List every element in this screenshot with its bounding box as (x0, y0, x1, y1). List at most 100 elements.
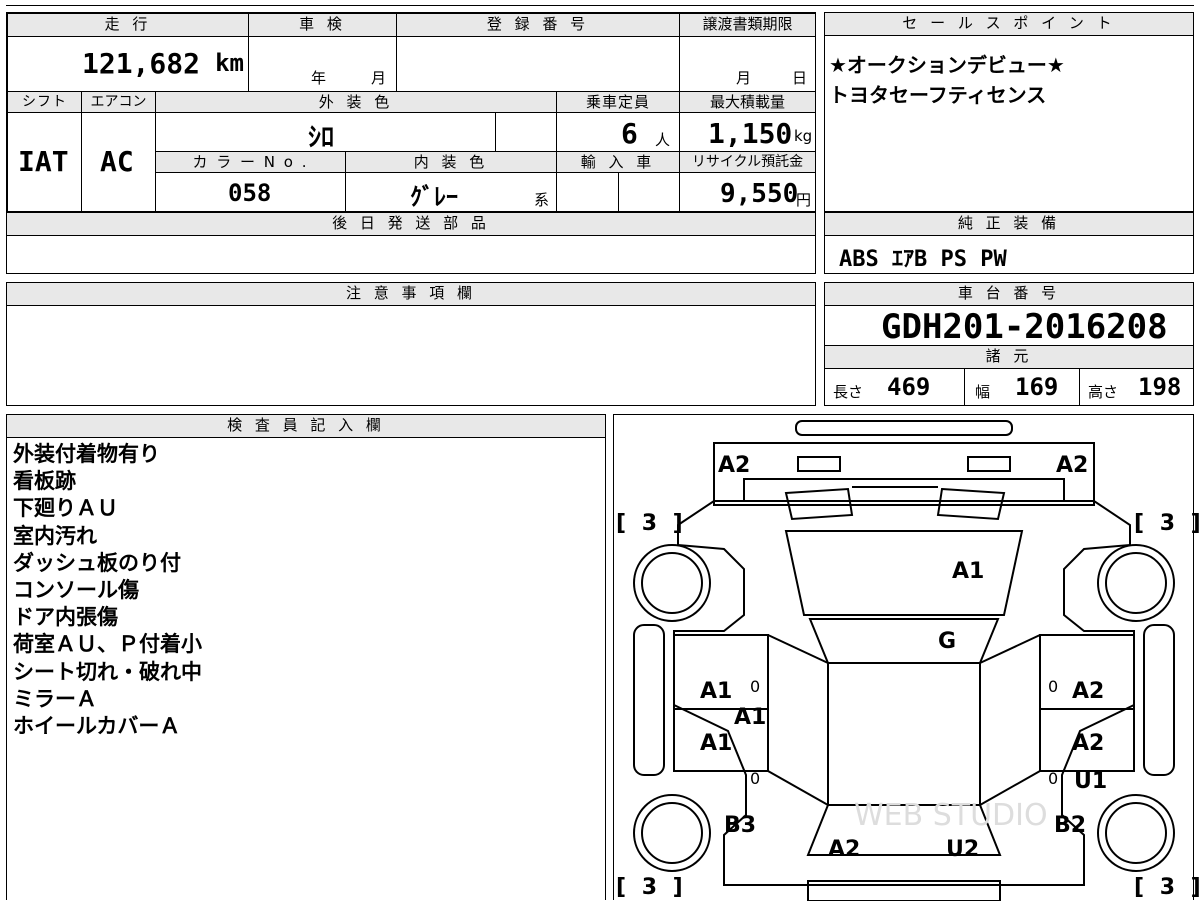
mileage-header: 走 行 (7, 13, 249, 37)
capacity-unit: 人 (655, 131, 671, 149)
later-parts-box: 後 日 発 送 部 品 (6, 212, 816, 274)
transfer-deadline-cell: 月 日 (679, 36, 816, 92)
door-zero-3: 0 (1048, 677, 1059, 696)
shift-header: シフト (7, 91, 82, 113)
inspector-note: ダッシュ板のり付 (13, 550, 181, 575)
width-label: 幅 (975, 383, 991, 401)
inspection-month-unit: 月 (371, 69, 387, 87)
height-label: 高さ (1088, 383, 1119, 401)
capacity-value: 6 (621, 117, 638, 150)
damage-diagram: WEB STUDIO [ 3 ] [ 3 ] [ 3 ] [ 3 ] A2 A2… (613, 414, 1200, 902)
interior-color-header: 内 装 色 (345, 151, 557, 173)
length-value: 469 (887, 373, 931, 401)
tire-rr-grade: [ 3 ] (1134, 875, 1200, 900)
door-zero-2: 0 (750, 769, 761, 788)
inspector-note: ミラーＡ (13, 686, 97, 711)
shift-value: IAT (18, 145, 69, 178)
tire-fl-grade: [ 3 ] (616, 511, 687, 536)
selling-point-2: トヨタセーフティセンス (829, 83, 1047, 107)
interior-color-suffix: 系 (534, 191, 550, 209)
inspector-note: 看板跡 (13, 469, 76, 494)
capacity-header: 乗車定員 (556, 91, 680, 113)
door-zero-1: 0 (750, 677, 761, 696)
door-zero-4: 0 (1048, 769, 1059, 788)
interior-color-cell: ｸﾞﾚｰ 系 (345, 172, 557, 212)
right-rear-door-grade: A2 (1072, 731, 1105, 756)
exterior-color-value: ｼﾛ (308, 123, 335, 153)
height-value: 198 (1138, 373, 1182, 401)
inspector-note: 外装付着物有り (13, 442, 160, 466)
max-load-unit: kg (794, 127, 813, 145)
inspector-note: シート切れ・破れ中 (13, 659, 202, 684)
chassis-box: 車 台 番 号 GDH201-2016208 諸 元 長さ 469 幅 169 … (824, 282, 1194, 406)
right-rear-panel-grade: U1 (1074, 769, 1108, 794)
registration-cell (396, 36, 680, 92)
selling-points-box: セ ー ル ス ポ イ ン ト ★オークションデビュー★ トヨタセーフティセンス (824, 12, 1194, 212)
rear-right-grade: U2 (946, 837, 980, 862)
dimensions-header: 諸 元 (824, 345, 1194, 369)
inspector-note: ホイールカバーＡ (13, 714, 181, 739)
aircon-value: AC (100, 145, 134, 178)
recycle-fee-header: リサイクル預託金 (679, 151, 816, 173)
genuine-equipment-value: ABS ｴｱB PS PW (839, 247, 1007, 272)
right-rear-fender-grade: B2 (1054, 813, 1087, 838)
color-no-value: 058 (228, 179, 272, 207)
mileage-value: 121,682 (81, 47, 200, 80)
recycle-fee-unit: 円 (796, 191, 812, 209)
rear-left-grade: A2 (828, 837, 861, 862)
inspection-year-unit: 年 (311, 69, 327, 87)
left-rear-door-grade: A1 (700, 731, 733, 756)
exterior-color-header: 外 装 色 (155, 91, 557, 113)
left-front-door-grade: A1 (700, 679, 733, 704)
inspector-header: 検 査 員 記 入 欄 (6, 414, 606, 438)
left-pillar-grade: A1 (734, 705, 767, 730)
recycle-fee-value: 9,550 (720, 179, 799, 209)
height-cell: 高さ 198 (1079, 368, 1194, 406)
inspection-cell: 年 月 (248, 36, 397, 92)
selling-point-1: ★オークションデビュー★ (829, 53, 1065, 77)
registration-header: 登 録 番 号 (396, 13, 680, 37)
width-cell: 幅 169 (964, 368, 1080, 406)
transfer-deadline-header: 譲渡書類期限 (679, 13, 816, 37)
shift-cell: IAT (7, 112, 82, 212)
car-outline: WEB STUDIO (633, 420, 1175, 902)
notes-header: 注 意 事 項 欄 (6, 282, 816, 306)
front-right-grade: A2 (1056, 453, 1089, 478)
selling-points-header: セ ー ル ス ポ イ ン ト (824, 12, 1194, 36)
inspector-note: ドア内張傷 (13, 605, 118, 630)
later-parts-header: 後 日 発 送 部 品 (6, 212, 816, 236)
aircon-cell: AC (81, 112, 156, 212)
hood-grade: A1 (952, 559, 985, 584)
max-load-header: 最大積載量 (679, 91, 816, 113)
front-left-grade: A2 (718, 453, 751, 478)
length-label: 長さ (833, 383, 864, 401)
tire-fr-grade: [ 3 ] (1134, 511, 1200, 536)
mileage-unit: km (215, 49, 244, 77)
inspector-note: 下廻りＡＵ (13, 496, 118, 521)
tire-rl-grade: [ 3 ] (616, 875, 687, 900)
color-no-cell: 058 (155, 172, 346, 212)
genuine-equipment-box: 純 正 装 備 ABS ｴｱB PS PW (824, 212, 1194, 274)
max-load-value: 1,150 (708, 117, 793, 150)
interior-color-value: ｸﾞﾚｰ (410, 183, 458, 211)
inspector-note: 室内汚れ (13, 523, 97, 548)
length-cell: 長さ 469 (824, 368, 965, 406)
transfer-month-unit: 月 (736, 69, 752, 87)
max-load-cell: 1,150 kg (679, 112, 816, 152)
transfer-day-unit: 日 (792, 69, 808, 87)
left-rear-fender-grade: B3 (724, 813, 757, 838)
aircon-header: エアコン (81, 91, 156, 113)
mileage-cell: 121,682 km (7, 36, 249, 92)
exterior-color-cell: ｼﾛ (155, 112, 496, 153)
windshield-grade: G (938, 629, 957, 654)
exterior-color-extra (495, 112, 557, 152)
watermark: WEB STUDIO (854, 798, 1048, 833)
top-strip (6, 0, 1194, 6)
chassis-number: GDH201-2016208 (881, 307, 1168, 347)
chassis-header: 車 台 番 号 (824, 282, 1194, 306)
right-front-door-grade: A2 (1072, 679, 1105, 704)
inspector-note: 荷室ＡＵ、Ｐ付着小 (13, 632, 202, 657)
capacity-cell: 6 人 (556, 112, 680, 152)
inspector-box: 検 査 員 記 入 欄 外装付着物有り 看板跡 下廻りＡＵ 室内汚れ ダッシュ板… (6, 414, 606, 900)
color-no-header: カ ラ ー N o . (155, 151, 346, 173)
